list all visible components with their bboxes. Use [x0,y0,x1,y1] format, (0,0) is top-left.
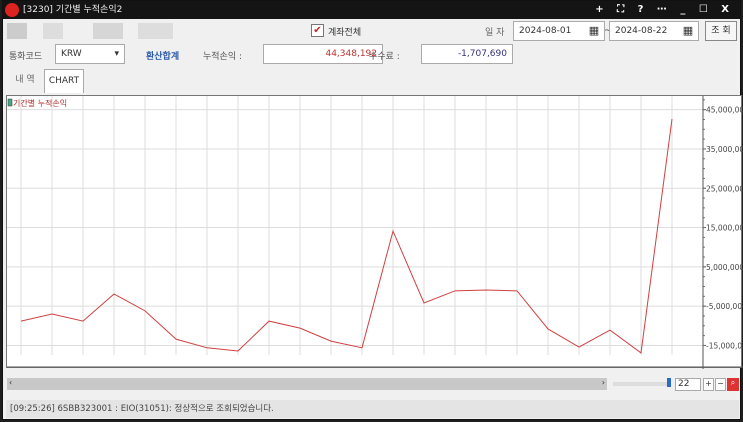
window-controls[interactable]: + ⛶ ? ⋯ _ ☐ X [595,1,734,19]
series-line [20,119,673,354]
y-tick-label: 15,000,000 [706,224,743,233]
title-bar: [3230] 기간별 누적손익2 + ⛶ ? ⋯ _ ☐ X [3,1,740,19]
chart-panel: 45,000,000 35,000,000 25,000,000 15,000,000… [6,95,743,379]
line-chart: 45,000,000 35,000,000 25,000,000 15,000,000… [7,96,743,379]
zoom-reset-icon[interactable]: ⌕ [727,378,739,391]
fee-value: -1,707,690 [421,44,513,64]
end-date-value: 2024-08-22 [615,26,668,36]
zoom-in-icon[interactable]: + [703,378,714,391]
calendar-icon[interactable]: ▦ [680,22,696,40]
tab-chart[interactable]: CHART [44,69,84,93]
zoom-value-input[interactable]: 22 [675,378,701,391]
blurred-account [93,23,123,39]
zoom-out-icon[interactable]: − [715,378,726,391]
fee-label: 수수료 : [369,52,400,62]
scroll-left-icon[interactable]: ‹ [9,378,12,387]
currency-select[interactable]: KRW ▾ [55,44,125,64]
window-title: [3230] 기간별 누적손익2 [23,5,123,15]
window: [3230] 기간별 누적손익2 + ⛶ ? ⋯ _ ☐ X ✔ 계좌전체 일 … [2,0,743,420]
y-tick-label: -15,000,000 [706,341,743,350]
currency-value: KRW [61,49,82,59]
all-accounts-checkbox[interactable]: ✔ [311,24,324,37]
zoom-slider[interactable] [613,378,671,387]
blurred-account [43,23,63,39]
y-tick-label: 35,000,000 [706,145,743,154]
chevron-down-icon: ▾ [114,49,119,59]
query-button[interactable]: 조 회 [705,21,737,41]
converted-total-label: 환산합계 [146,52,180,62]
y-tick-label: 45,000,000 [706,106,743,115]
chart-title: 기간별 누적손익 [13,98,67,108]
cumulative-label: 누적손익 : [203,52,243,62]
tab-details[interactable]: 내 역 [6,69,44,93]
start-date-value: 2024-08-01 [519,26,572,36]
blurred-account [138,23,173,39]
status-bar: [09:25:26] 6SBB323001 : EIO(31051): 정상적으… [6,400,739,418]
y-tick-label: 25,000,000 [706,184,743,193]
scroll-right-icon[interactable]: › [602,378,605,387]
cumulative-value: 44,348,192 [263,44,383,64]
legend-marker-icon [7,98,13,107]
currency-label: 통화코드 [9,52,43,62]
date-label: 일 자 [485,28,505,38]
horizontal-scrollbar[interactable]: ‹ › [7,378,607,390]
app-logo-icon [5,3,19,17]
y-tick-label: -5,000,000 [706,302,743,311]
all-accounts-label: 계좌전체 [328,28,362,38]
blurred-account [7,23,27,39]
calendar-icon[interactable]: ▦ [586,22,602,40]
y-tick-label: 5,000,000 [706,263,743,272]
